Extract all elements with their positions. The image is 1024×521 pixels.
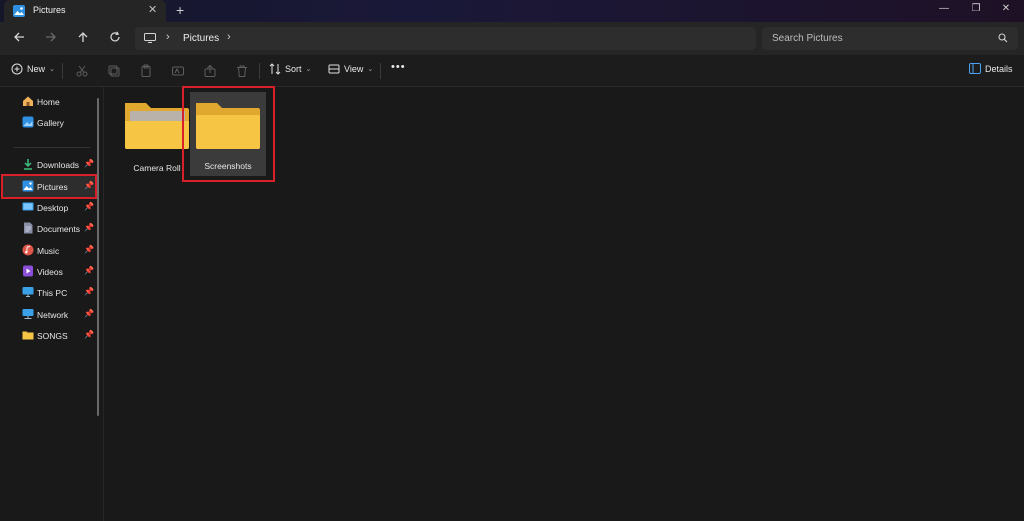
refresh-icon <box>110 31 120 42</box>
pin-icon[interactable]: 📌 <box>84 245 94 254</box>
arrow-up-icon <box>78 32 88 42</box>
sidebar-item-videos[interactable]: Videos 📌 <box>2 261 96 282</box>
this-pc-icon <box>22 287 34 297</box>
view-button[interactable]: View ⌄ <box>328 63 373 75</box>
new-tab-button[interactable]: + <box>176 2 184 18</box>
sidebar-scrollbar[interactable] <box>97 98 99 416</box>
close-window-button[interactable]: ✕ <box>996 3 1016 14</box>
command-bar: New ⌄ Sort ⌄ View ⌄ ••• Details <box>0 55 1024 87</box>
sidebar-item-label: Documents <box>37 224 80 234</box>
plus-circle-icon <box>11 63 23 75</box>
sidebar-item-label: SONGS <box>37 331 68 341</box>
sidebar-item-label: Music <box>37 246 60 256</box>
sidebar-item-this-pc[interactable]: This PC 📌 <box>2 282 96 303</box>
back-button[interactable] <box>10 31 28 46</box>
sidebar-item-label: This PC <box>37 288 68 298</box>
download-icon <box>24 159 32 170</box>
sort-label: Sort <box>285 64 302 74</box>
navigation-bar: › Pictures › Search Pictures <box>0 22 1024 55</box>
chevron-down-icon: ⌄ <box>305 66 312 73</box>
sidebar-item-network[interactable]: Network 📌 <box>2 304 96 325</box>
search-box[interactable]: Search Pictures <box>762 27 1018 50</box>
new-label: New <box>27 64 46 74</box>
title-bar: Pictures ✕ + — ❐ ✕ <box>0 0 1024 22</box>
desktop-icon <box>22 202 34 211</box>
sidebar-item-label: Downloads <box>37 160 80 170</box>
restore-button[interactable]: ❐ <box>966 3 986 14</box>
sidebar-item-label: Home <box>37 97 60 107</box>
sidebar-item-music[interactable]: Music 📌 <box>2 240 96 261</box>
home-icon <box>23 96 33 106</box>
breadcrumb-pictures[interactable]: Pictures <box>183 33 219 44</box>
sidebar-item-label: Gallery <box>37 118 64 128</box>
delete-icon[interactable] <box>235 64 249 78</box>
folder-icon <box>22 331 34 340</box>
videos-icon <box>23 265 33 277</box>
pin-icon[interactable]: 📌 <box>84 159 94 168</box>
sidebar-item-gallery[interactable]: Gallery <box>2 112 96 133</box>
arrow-right-icon <box>46 32 56 42</box>
sidebar-item-downloads[interactable]: Downloads 📌 <box>2 154 96 175</box>
divider <box>380 63 381 79</box>
sort-button[interactable]: Sort ⌄ <box>269 63 311 75</box>
pin-icon[interactable]: 📌 <box>84 266 94 275</box>
chevron-down-icon: ⌄ <box>49 66 55 73</box>
search-input[interactable]: Search Pictures <box>772 33 843 44</box>
refresh-button[interactable] <box>106 31 124 46</box>
sidebar-item-songs[interactable]: SONGS 📌 <box>2 325 96 346</box>
pin-icon[interactable]: 📌 <box>84 330 94 339</box>
up-button[interactable] <box>74 31 92 46</box>
highlight-box-pictures <box>1 174 97 199</box>
close-tab-icon[interactable]: ✕ <box>148 3 157 16</box>
sidebar-item-label: Desktop <box>37 203 69 213</box>
forward-button[interactable] <box>42 31 60 46</box>
sidebar-item-label: Videos <box>37 267 63 277</box>
pin-icon[interactable]: 📌 <box>84 309 94 318</box>
details-button[interactable]: Details <box>969 63 1013 74</box>
divider <box>259 63 260 79</box>
pin-icon[interactable]: 📌 <box>84 223 94 232</box>
search-icon <box>998 33 1008 43</box>
sidebar-item-desktop[interactable]: Desktop 📌 <box>2 197 96 218</box>
navigation-pane: Home Gallery Downloads 📌 Pictures 📌 Desk… <box>0 87 104 521</box>
highlight-box-screenshots <box>182 86 275 182</box>
gallery-icon <box>22 116 34 128</box>
chevron-down-icon: ⌄ <box>367 66 374 73</box>
music-icon <box>22 244 34 256</box>
sort-icon <box>269 63 281 75</box>
view-icon <box>328 64 340 74</box>
rename-icon[interactable] <box>171 64 185 78</box>
address-bar[interactable]: › Pictures › <box>135 27 756 50</box>
cut-icon[interactable] <box>75 64 89 78</box>
more-options-button[interactable]: ••• <box>391 61 406 73</box>
view-label: View <box>344 64 364 74</box>
pictures-icon <box>13 5 25 17</box>
sidebar-item-home[interactable]: Home <box>2 91 96 112</box>
pin-icon[interactable]: 📌 <box>84 202 94 211</box>
paste-icon[interactable] <box>139 64 153 78</box>
arrow-left-icon <box>14 32 24 42</box>
chevron-right-icon[interactable]: › <box>227 31 231 43</box>
copy-icon[interactable] <box>107 64 121 78</box>
new-button[interactable]: New ⌄ <box>11 63 55 75</box>
sidebar-item-documents[interactable]: Documents 📌 <box>2 218 96 239</box>
tab-pictures[interactable]: Pictures ✕ <box>4 0 166 22</box>
network-icon <box>22 309 34 319</box>
divider <box>14 147 90 148</box>
sidebar-item-label: Network <box>37 310 69 320</box>
minimize-button[interactable]: — <box>934 3 954 14</box>
tab-title: Pictures <box>33 5 66 15</box>
divider <box>62 63 63 79</box>
share-icon[interactable] <box>203 64 217 78</box>
this-pc-icon <box>144 33 156 43</box>
pin-icon[interactable]: 📌 <box>84 287 94 296</box>
details-label: Details <box>985 63 1013 74</box>
documents-icon <box>24 222 33 234</box>
details-pane-icon <box>969 63 981 74</box>
chevron-right-icon[interactable]: › <box>166 31 170 43</box>
